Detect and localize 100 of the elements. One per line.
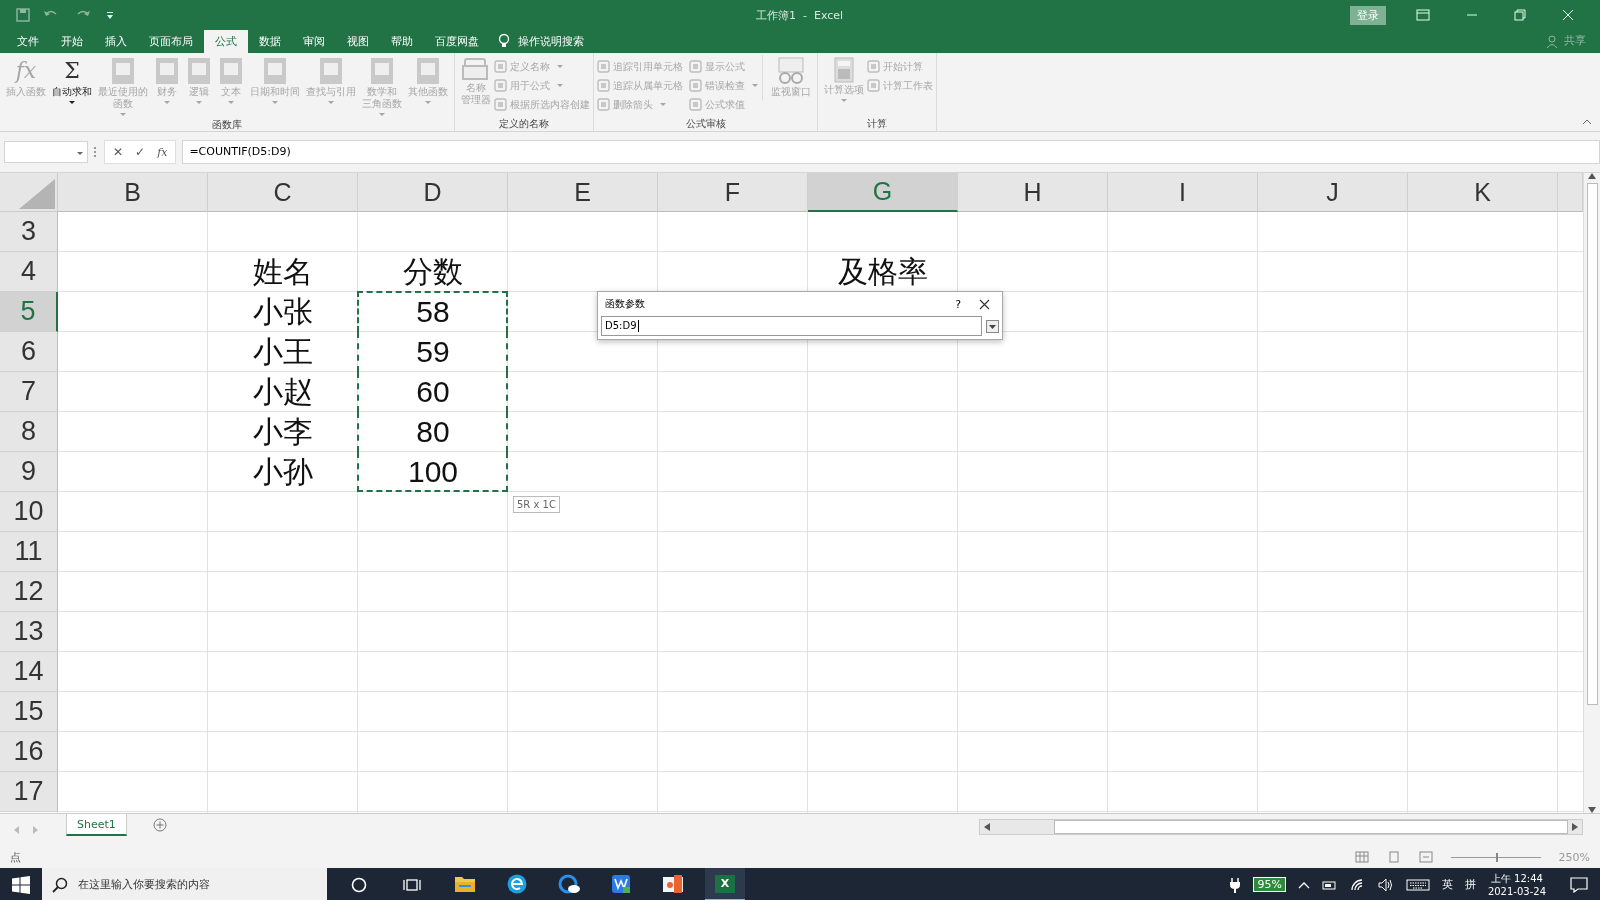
formula-field[interactable]: =COUNTIF(D5:D9)	[182, 140, 1600, 164]
caret-icon	[328, 101, 334, 104]
row-header[interactable]: 3	[0, 212, 58, 252]
ribbon-tab[interactable]: 百度网盘	[424, 30, 490, 53]
command-icon	[689, 98, 702, 111]
book-icon	[218, 57, 244, 85]
insert-function-button[interactable]: fx	[157, 145, 168, 159]
windows-logo-icon[interactable]	[12, 875, 30, 894]
row-header[interactable]: 8	[0, 412, 58, 452]
caret-icon	[841, 99, 847, 102]
sheet-tab[interactable]: Sheet1	[66, 814, 127, 836]
column-header[interactable]: J	[1258, 173, 1408, 212]
close-icon[interactable]	[979, 298, 990, 310]
command-icon	[494, 98, 507, 111]
person-icon[interactable]	[1546, 35, 1560, 49]
column-header[interactable]: H	[958, 173, 1108, 212]
spreadsheet-app-icon[interactable]: X	[715, 874, 735, 893]
splitter-icon[interactable]	[94, 147, 98, 157]
scroll-thumb[interactable]	[1054, 820, 1568, 834]
search-icon	[52, 876, 68, 893]
collapse-ribbon-icon[interactable]	[1582, 119, 1592, 125]
book-icon	[262, 57, 288, 85]
ribbon-button[interactable]: Σ 自动求和	[49, 55, 95, 106]
row-header[interactable]: 13	[0, 612, 58, 652]
row-header[interactable]: 12	[0, 572, 58, 612]
chevron-up-icon[interactable]	[1297, 880, 1310, 889]
expand-dialog-icon[interactable]	[986, 319, 999, 333]
clock-date[interactable]: 2021-03-24	[1487, 884, 1546, 898]
save-icon[interactable]	[16, 8, 30, 22]
range-input[interactable]: D5:D9	[601, 316, 982, 336]
column-header[interactable]: I	[1108, 173, 1258, 212]
keyboard-icon[interactable]	[1405, 877, 1430, 892]
clock-time[interactable]: 上午 12:44	[1490, 871, 1543, 885]
table-cell-text: 及格率	[838, 253, 928, 290]
row-header[interactable]: 6	[0, 332, 58, 372]
input-language[interactable]: 英	[1441, 877, 1453, 892]
ribbon-tab[interactable]: 插入	[94, 30, 138, 53]
add-sheet-icon[interactable]	[152, 818, 167, 832]
book-icon	[415, 57, 441, 85]
battery-indicator[interactable]: 95%	[1253, 877, 1286, 892]
input-mode[interactable]: 拼	[1464, 877, 1476, 892]
scroll-thumb[interactable]	[1586, 183, 1598, 705]
table-cell-text: 小孙	[253, 453, 313, 490]
row-header[interactable]: 7	[0, 372, 58, 412]
column-header[interactable]: D	[358, 173, 508, 212]
ribbon-tab[interactable]: 帮助	[380, 30, 424, 53]
battery-icon[interactable]	[1321, 878, 1338, 891]
row-header[interactable]: 11	[0, 532, 58, 572]
ribbon-display-icon[interactable]	[1416, 9, 1430, 21]
column-header[interactable]: K	[1408, 173, 1558, 212]
scroll-right-icon[interactable]	[1572, 823, 1578, 831]
scroll-left-icon[interactable]	[984, 823, 990, 831]
command-icon	[494, 60, 507, 73]
folder-icon[interactable]	[454, 874, 476, 893]
table-cell-text: 小李	[253, 413, 313, 450]
column-header[interactable]: F	[658, 173, 808, 212]
caret-icon	[557, 84, 563, 87]
customize-icon[interactable]	[106, 10, 114, 20]
task-view-icon[interactable]	[403, 876, 421, 893]
enter-button[interactable]: ✓	[135, 145, 146, 159]
row-header[interactable]: 14	[0, 652, 58, 692]
ribbon-tab[interactable]: 页面布局	[138, 30, 204, 53]
ribbon-tab[interactable]: 文件	[6, 30, 50, 53]
row-header[interactable]: 10	[0, 492, 58, 532]
caret-icon	[164, 101, 170, 104]
speaker-icon[interactable]	[1377, 877, 1394, 892]
ribbon-tab[interactable]: 数据	[248, 30, 292, 53]
tell-me-search[interactable]: 操作说明搜索	[518, 30, 584, 53]
cortana-icon[interactable]	[351, 876, 367, 893]
lightbulb-icon	[498, 33, 510, 49]
cancel-button[interactable]: ✕	[113, 145, 124, 159]
ribbon-tab[interactable]: 视图	[336, 30, 380, 53]
document-app-icon[interactable]	[611, 873, 631, 894]
table-cell-text: 小张	[253, 293, 313, 330]
column-header[interactable]: E	[508, 173, 658, 212]
presentation-app-icon[interactable]	[662, 873, 684, 894]
notification-icon[interactable]	[1570, 876, 1588, 893]
caret-icon	[120, 113, 126, 116]
ribbon-tab[interactable]: 公式	[204, 30, 248, 53]
ribbon-tab[interactable]: 审阅	[292, 30, 336, 53]
column-header[interactable]: C	[208, 173, 358, 212]
column-header[interactable]: B	[58, 173, 208, 212]
row-header[interactable]: 9	[0, 452, 58, 492]
table-cell-text: 分数	[403, 253, 463, 290]
name-manager-icon	[462, 57, 490, 81]
row-header[interactable]: 16	[0, 732, 58, 772]
ribbon-tab[interactable]: 开始	[50, 30, 94, 53]
taskbar-search-field[interactable]: 在这里输入你要搜索的内容	[42, 868, 327, 900]
row-header[interactable]: 17	[0, 772, 58, 812]
row-header[interactable]: 15	[0, 692, 58, 732]
browser-icon[interactable]	[507, 873, 527, 894]
column-header[interactable]: G	[808, 173, 958, 212]
zoom-slider-thumb[interactable]	[1495, 852, 1498, 862]
row-header[interactable]: 4	[0, 252, 58, 292]
edge-icon[interactable]	[558, 873, 580, 894]
help-button[interactable]: ?	[955, 297, 961, 311]
group-label: 公式审核	[684, 117, 727, 131]
table-cell: 100	[407, 455, 459, 489]
row-header[interactable]: 5	[0, 292, 58, 332]
restore-icon[interactable]	[1514, 9, 1526, 21]
